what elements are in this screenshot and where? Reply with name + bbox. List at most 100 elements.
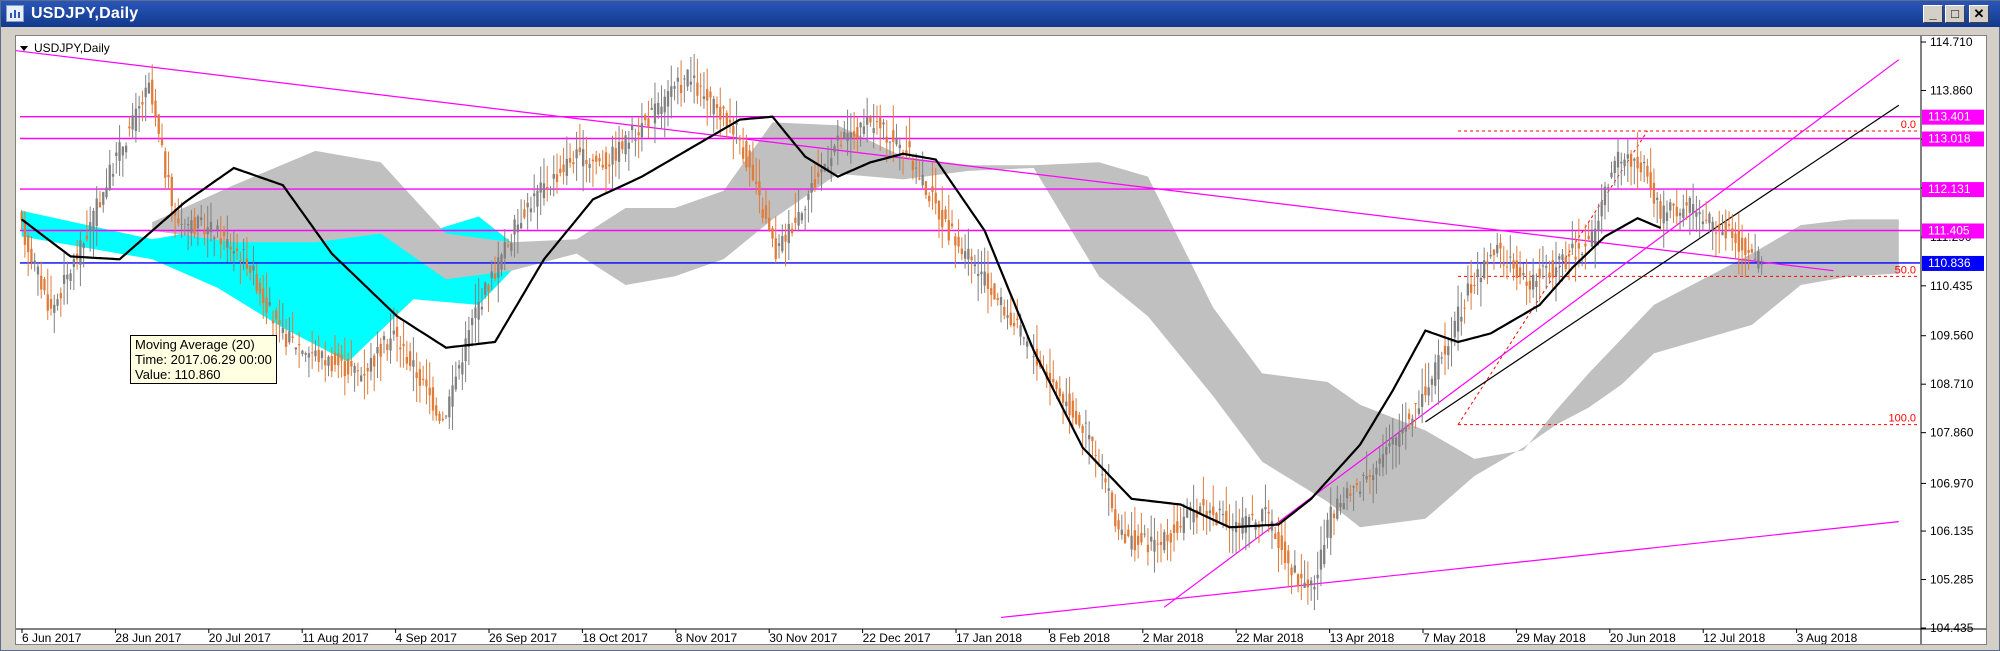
candle-body	[621, 141, 624, 150]
maximize-button[interactable]: □	[1945, 5, 1965, 23]
candle-body	[1740, 237, 1744, 251]
close-button[interactable]: ✕	[1969, 5, 1989, 23]
candle-body	[866, 116, 869, 125]
candle-body	[471, 318, 474, 326]
candle-body	[1326, 519, 1329, 538]
candle-body	[1603, 186, 1607, 206]
minimize-button[interactable]: _	[1923, 5, 1943, 23]
candle-body	[1541, 265, 1545, 267]
candle-body	[1502, 264, 1505, 266]
candle-body	[1215, 512, 1218, 526]
candle-body	[422, 378, 425, 380]
candle-body	[1084, 422, 1088, 424]
candle-body	[226, 239, 229, 248]
price-level-tag-label: 113.401	[1928, 110, 1971, 124]
chart-app-icon	[6, 5, 24, 22]
candle-body	[542, 183, 546, 199]
fib-level-label: 100.0	[1888, 413, 1916, 425]
candle-body	[1094, 454, 1097, 456]
candle-body	[180, 223, 183, 225]
candle-body	[1577, 243, 1580, 249]
candle-body	[908, 141, 911, 148]
candle-body	[725, 112, 728, 127]
symbol-menu-arrow-icon[interactable]	[20, 46, 28, 51]
candle-body	[1101, 474, 1104, 476]
candle-body	[781, 235, 784, 252]
candle-body	[640, 123, 644, 138]
candle-body	[167, 174, 170, 178]
candle-body	[559, 168, 562, 173]
candle-body	[1532, 274, 1535, 290]
candle-body	[369, 357, 373, 372]
candle-body	[1345, 488, 1349, 499]
candle-body	[288, 331, 291, 343]
candle-body	[1231, 529, 1234, 531]
candle-body	[1744, 238, 1747, 255]
candle-body	[1656, 197, 1659, 200]
candle-body	[1685, 202, 1688, 206]
candle-body	[1675, 206, 1678, 217]
candle-body	[1734, 233, 1737, 243]
candle-body	[454, 376, 457, 390]
tooltip-line-value: Value: 110.860	[135, 367, 221, 382]
chart-area[interactable]: 0.050.0100.0 114.710113.860113.005112.15…	[15, 35, 1987, 645]
price-chart[interactable]: 0.050.0100.0 114.710113.860113.005112.15…	[16, 36, 1986, 644]
candle-body	[1564, 257, 1567, 270]
candle-body	[350, 360, 353, 367]
candle-body	[255, 274, 258, 292]
candle-body	[408, 351, 412, 367]
candle-body	[1104, 478, 1107, 483]
candle-body	[869, 116, 872, 123]
candle-body	[160, 139, 164, 145]
candle-body	[931, 186, 934, 192]
candle-body	[118, 142, 121, 161]
close-icon: ✕	[1973, 6, 1985, 21]
candle-body	[843, 132, 846, 139]
candle-body	[591, 159, 595, 162]
candle-body	[487, 285, 490, 292]
candle-body	[604, 152, 608, 170]
candle-body	[608, 164, 611, 167]
candle-body	[1342, 503, 1345, 510]
candle-body	[839, 144, 843, 146]
candle-body	[89, 222, 92, 231]
candle-body	[1427, 387, 1430, 396]
candle-body	[337, 353, 340, 366]
candle-body	[431, 387, 435, 411]
candle-body	[657, 102, 660, 115]
candle-body	[1176, 521, 1179, 533]
candle-body	[1368, 475, 1372, 477]
candle-body	[1022, 337, 1026, 339]
time-tick-label: 20 Jul 2017	[209, 631, 271, 644]
candle-body	[428, 387, 431, 396]
candle-body	[1567, 253, 1571, 257]
candle-body	[1750, 249, 1754, 253]
candle-body	[203, 231, 206, 235]
candle-body	[1123, 534, 1127, 544]
candle-body	[862, 126, 866, 134]
candle-body	[973, 264, 977, 267]
candle-body	[33, 260, 36, 264]
candle-body	[154, 100, 157, 117]
candle-body	[1665, 212, 1669, 222]
candle-body	[549, 188, 552, 190]
title-bar[interactable]: USDJPY,Daily _ □ ✕	[1, 1, 2000, 27]
minimize-icon: _	[1929, 6, 1937, 21]
candle-body	[859, 122, 862, 128]
candle-body	[1695, 212, 1698, 217]
candle-body	[490, 271, 493, 279]
candle-body	[200, 217, 203, 221]
time-tick-label: 28 Jun 2017	[115, 631, 181, 644]
candle-body	[624, 135, 627, 155]
candle-body	[562, 164, 565, 173]
candle-body	[1081, 426, 1084, 433]
candle-body	[533, 193, 536, 197]
candle-body	[1646, 165, 1649, 177]
candle-body	[1551, 260, 1554, 277]
candle-body	[852, 131, 856, 137]
candle-body	[1003, 306, 1006, 316]
price-tick-label: 114.710	[1930, 36, 1973, 49]
candle-body	[761, 209, 764, 218]
candle-body	[963, 251, 967, 259]
candle-body	[1107, 488, 1110, 491]
